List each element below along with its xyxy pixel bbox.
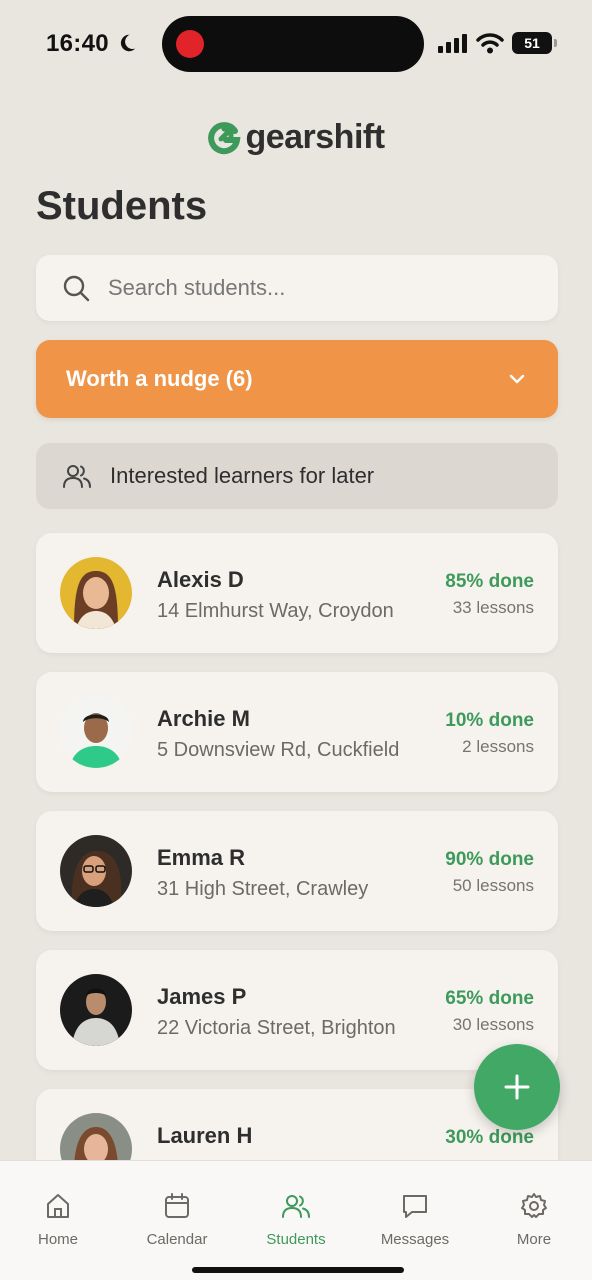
student-address: 14 Elmhurst Way, Croydon xyxy=(157,600,394,622)
student-address: 31 High Street, Crawley xyxy=(157,878,369,900)
tab-home[interactable]: Home xyxy=(8,1191,108,1248)
home-icon xyxy=(47,1194,69,1218)
tab-label: Calendar xyxy=(146,1231,208,1248)
student-progress: 65% done xyxy=(445,988,534,1009)
recording-indicator-icon xyxy=(176,30,204,58)
app-logo: gearshift xyxy=(0,118,592,157)
student-lessons: 33 lessons xyxy=(452,598,534,617)
student-progress: 90% done xyxy=(445,849,534,870)
tab-label: More xyxy=(516,1231,552,1248)
add-student-button[interactable] xyxy=(474,1044,560,1130)
student-card[interactable]: Archie M 5 Downsview Rd, Cuckfield 10% d… xyxy=(36,672,558,792)
status-bar: 16:40 51 xyxy=(0,0,592,90)
student-lessons: 30 lessons xyxy=(452,1015,534,1034)
home-indicator[interactable] xyxy=(192,1267,404,1273)
student-name: Alexis D xyxy=(157,567,244,592)
tab-calendar[interactable]: Calendar xyxy=(127,1191,227,1248)
tab-messages[interactable]: Messages xyxy=(365,1191,465,1248)
logo-text: gearshift xyxy=(245,118,385,156)
chevron-down-icon xyxy=(509,374,525,384)
plus-icon xyxy=(504,1074,530,1100)
users-icon xyxy=(63,465,91,488)
tab-label: Home xyxy=(37,1231,78,1248)
student-progress: 85% done xyxy=(445,571,534,592)
student-card[interactable]: Alexis D 14 Elmhurst Way, Croydon 85% do… xyxy=(36,533,558,653)
student-progress: 30% done xyxy=(445,1127,534,1148)
tab-bar: Home Calendar Students Messages More xyxy=(0,1160,592,1280)
tab-students[interactable]: Students xyxy=(246,1191,346,1248)
dynamic-island xyxy=(162,16,424,72)
student-address: 22 Victoria Street, Brighton xyxy=(157,1017,396,1039)
student-name: Lauren H xyxy=(157,1123,253,1148)
page-title: Students xyxy=(36,184,208,228)
search-bar[interactable] xyxy=(36,255,558,321)
avatar xyxy=(60,557,132,629)
nudge-label: Worth a nudge (6) xyxy=(66,366,253,391)
tab-more[interactable]: More xyxy=(484,1191,584,1248)
avatar xyxy=(60,974,132,1046)
student-lessons: 50 lessons xyxy=(452,876,534,895)
interested-learners-button[interactable]: Interested learners for later xyxy=(36,443,558,509)
interested-learners-label: Interested learners for later xyxy=(110,463,375,488)
search-input[interactable] xyxy=(108,275,508,301)
message-icon xyxy=(403,1195,427,1218)
student-name: James P xyxy=(157,984,247,1009)
student-lessons: 2 lessons xyxy=(462,737,534,756)
student-progress: 10% done xyxy=(445,710,534,731)
gearshift-logo-icon xyxy=(208,121,241,154)
avatar xyxy=(60,835,132,907)
moon-icon xyxy=(120,34,136,52)
status-time: 16:40 xyxy=(46,30,109,57)
tab-label: Students xyxy=(266,1231,326,1248)
tab-label: Messages xyxy=(380,1231,450,1248)
student-name: Emma R xyxy=(157,845,246,870)
wifi-icon xyxy=(476,33,504,54)
signal-icon xyxy=(438,34,467,53)
calendar-icon xyxy=(165,1193,189,1218)
users-icon xyxy=(282,1195,310,1218)
student-card[interactable]: James P 22 Victoria Street, Brighton 65%… xyxy=(36,950,558,1070)
worth-a-nudge-button[interactable]: Worth a nudge (6) xyxy=(36,340,558,418)
student-card[interactable]: Emma R 31 High Street, Crawley 90% done … xyxy=(36,811,558,931)
avatar xyxy=(60,696,132,768)
student-address: 5 Downsview Rd, Cuckfield xyxy=(157,739,400,761)
student-name: Archie M xyxy=(157,706,250,731)
search-icon xyxy=(63,275,90,302)
gear-icon xyxy=(521,1193,547,1218)
status-icons: 51 xyxy=(438,30,557,56)
battery-icon: 51 xyxy=(512,32,557,54)
